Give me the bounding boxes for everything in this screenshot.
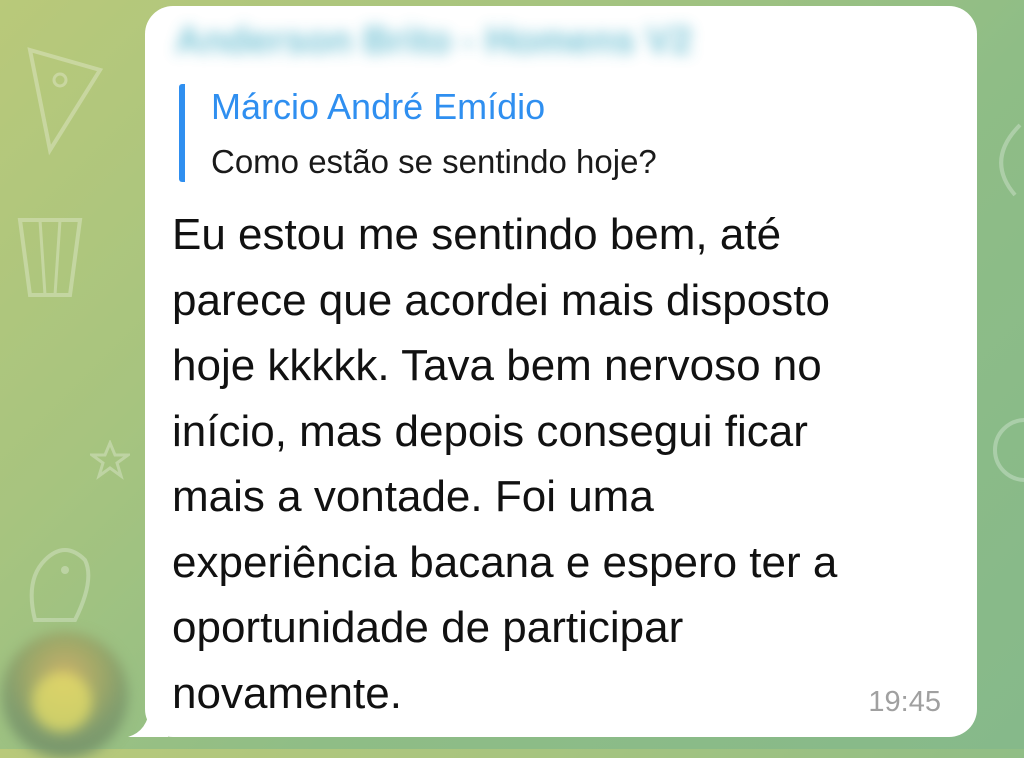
reply-author: Márcio André Emídio (211, 86, 546, 127)
pizza-doodle-icon (27, 47, 104, 156)
dino-doodle-icon (29, 548, 91, 622)
message-text: Eu estou me sentindo bem, até parece que… (172, 210, 838, 718)
star-doodle-icon (90, 440, 130, 480)
leaf-doodle-icon (999, 123, 1022, 197)
message-time: 19:45 (868, 686, 941, 718)
message-bubble[interactable]: Anderson Brito - Homens V2 Márcio André … (145, 6, 977, 737)
reply-quote[interactable]: Márcio André Emídio Como estão se sentin… (179, 84, 657, 182)
circle-doodle-icon (993, 418, 1024, 482)
sender-avatar[interactable] (2, 632, 128, 758)
popcorn-doodle-icon (17, 218, 83, 297)
sender-name[interactable]: Anderson Brito - Homens V2 (175, 20, 692, 63)
reply-text: Como estão se sentindo hoje? (211, 143, 657, 180)
